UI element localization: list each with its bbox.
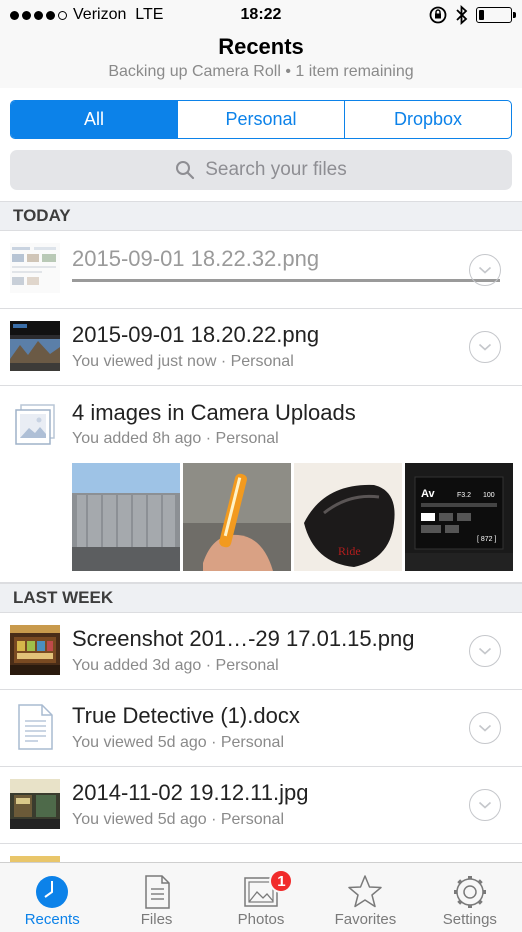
section-header-today: TODAY (0, 201, 522, 231)
photo-group-row[interactable]: 4 images in Camera Uploads You added 8h … (0, 386, 522, 583)
file-name: True Detective (1).docx (72, 703, 300, 728)
file-meta: You added 3d ago · Personal (72, 657, 279, 674)
tab-label: Settings (442, 911, 497, 928)
svg-text:100: 100 (483, 492, 495, 499)
tab-label: Recents (24, 911, 80, 928)
file-row[interactable]: True Detective (1).docx You viewed 5d ag… (0, 690, 522, 767)
tab-label: Files (140, 911, 173, 928)
rotation-lock-icon (429, 6, 447, 24)
filter-all-tab[interactable]: All (11, 101, 178, 138)
tab-settings[interactable]: Settings (418, 863, 522, 932)
file-thumbnail (10, 779, 60, 829)
filter-segmented-control: All Personal Dropbox (10, 100, 512, 139)
file-name: 2014-11-02 19.12.11.jpg (72, 780, 309, 805)
signal-strength-icon (10, 10, 67, 20)
filter-dropbox-tab[interactable]: Dropbox (345, 101, 511, 138)
tab-favorites[interactable]: Favorites (313, 863, 417, 932)
gear-icon (453, 876, 486, 908)
photo-strip: Ride Av F3.2 100 [ 872 ] (72, 463, 513, 571)
file-row[interactable]: 2014-11-02 19.12.11.jpg You viewed 5d ag… (0, 767, 522, 844)
chevron-down-icon (478, 266, 492, 274)
star-icon (348, 875, 383, 908)
status-bar: Verizon LTE 18:22 (0, 0, 522, 30)
row-options-button[interactable] (469, 254, 501, 286)
file-row-uploading[interactable]: 2015-09-01 18.22.32.png (0, 231, 522, 309)
group-title: 4 images in Camera Uploads (72, 400, 356, 425)
tab-recents[interactable]: Recents (0, 863, 104, 932)
notification-badge: 1 (269, 869, 294, 893)
search-icon (176, 161, 195, 180)
file-row[interactable]: 2015-09-01 18.20.22.png You viewed just … (0, 309, 522, 386)
row-options-button[interactable] (469, 712, 501, 744)
file-meta: You viewed 5d ago · Personal (72, 811, 284, 828)
tab-label: Favorites (334, 911, 397, 928)
search-input[interactable]: Search your files (10, 150, 512, 190)
network-type: LTE (135, 6, 164, 23)
carrier-name: Verizon LTE (73, 6, 164, 23)
photo-thumbnail[interactable]: Av F3.2 100 [ 872 ] (405, 463, 513, 571)
photo-thumbnail[interactable] (183, 463, 291, 571)
upload-progress-bar (72, 279, 500, 282)
photo-thumbnail[interactable]: Ride (294, 463, 402, 571)
tab-files[interactable]: Files (104, 863, 208, 932)
bluetooth-icon (456, 5, 468, 25)
file-meta: You viewed 5d ago · Personal (72, 734, 284, 751)
page-title: Recents (218, 34, 304, 59)
svg-text:Av: Av (421, 488, 436, 500)
photo-album-icon (10, 400, 60, 450)
tab-photos[interactable]: 1 Photos (209, 863, 313, 932)
row-options-button[interactable] (469, 789, 501, 821)
photo-thumbnail[interactable] (72, 463, 180, 571)
file-name: 2015-09-01 18.22.32.png (72, 246, 320, 271)
svg-text:F3.2: F3.2 (457, 492, 471, 499)
row-options-button[interactable] (469, 635, 501, 667)
group-meta: You added 8h ago · Personal (72, 430, 279, 447)
chevron-down-icon (478, 647, 492, 655)
search-placeholder: Search your files (205, 159, 347, 180)
row-options-button[interactable] (469, 331, 501, 363)
chevron-down-icon (478, 343, 492, 351)
file-thumbnail (10, 243, 60, 293)
battery-icon (476, 7, 516, 23)
file-row[interactable]: Screenshot 201…-29 17.01.15.png You adde… (0, 613, 522, 690)
svg-text:[ 872 ]: [ 872 ] (477, 536, 497, 543)
file-icon (144, 875, 170, 909)
tab-bar: Recents Files 1 Photos Favorites Setting (0, 862, 522, 932)
filter-personal-tab[interactable]: Personal (178, 101, 345, 138)
file-name: 2015-09-01 18.20.22.png (72, 322, 320, 347)
tab-label: Photos (237, 911, 285, 928)
chevron-down-icon (478, 724, 492, 732)
file-thumbnail (10, 321, 60, 371)
clock-icon (36, 876, 69, 908)
backup-status: Backing up Camera Roll • 1 item remainin… (108, 63, 414, 80)
navigation-header: Recents Backing up Camera Roll • 1 item … (0, 30, 522, 88)
file-thumbnail (10, 625, 60, 675)
section-header-last-week: LAST WEEK (0, 583, 522, 613)
chevron-down-icon (478, 801, 492, 809)
file-name: Screenshot 201…-29 17.01.15.png (72, 626, 415, 651)
document-icon (10, 702, 60, 752)
file-meta: You viewed just now · Personal (72, 353, 294, 370)
svg-text:Ride: Ride (338, 544, 361, 558)
